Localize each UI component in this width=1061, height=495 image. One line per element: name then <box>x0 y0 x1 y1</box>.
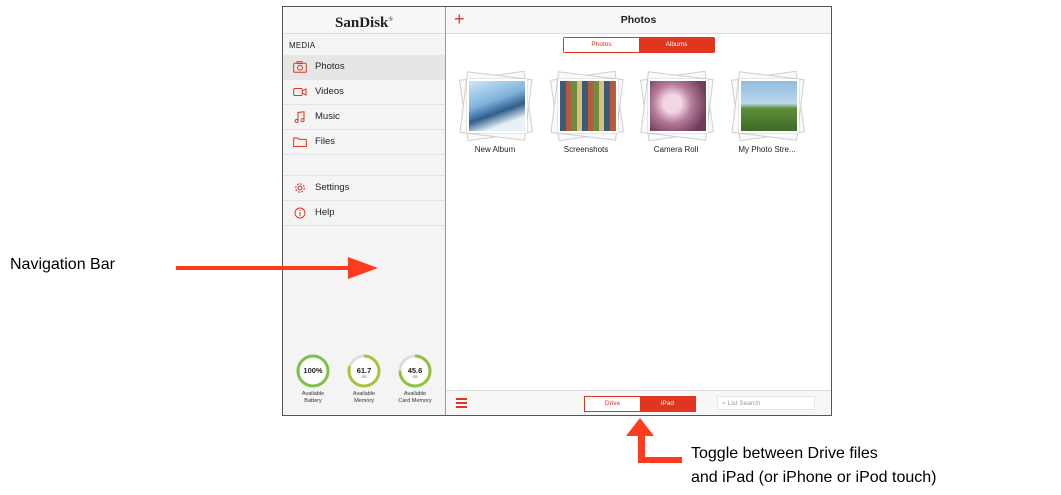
drive-ipad-toggle: Drive iPad <box>584 396 696 412</box>
tab-photos[interactable]: Photos <box>564 38 639 52</box>
toggle-annotation-line1: Toggle between Drive files <box>691 445 878 462</box>
tab-albums[interactable]: Albums <box>639 38 714 52</box>
memory-gauge: 61.7 GB Available Memory <box>340 353 388 404</box>
toggle-annotation-line2: and iPad (or iPhone or iPod touch) <box>691 469 937 486</box>
bottom-bar: Drive iPad ⌕ List Search <box>446 390 831 415</box>
battery-gauge: 100% Available Battery <box>289 353 337 404</box>
music-note-icon <box>294 111 305 123</box>
album-label: Camera Roll <box>653 145 699 154</box>
toggle-arrow <box>626 418 682 463</box>
sidebar-spacer <box>283 155 445 176</box>
app-frame: SanDisk® MEDIA Photos Videos Music Files… <box>282 6 832 416</box>
sidebar-item-label: Photos <box>315 61 345 72</box>
media-section-label: MEDIA <box>289 41 316 50</box>
album-label: New Album <box>474 145 516 154</box>
card-memory-unit: GB <box>412 375 418 379</box>
battery-value: 100% <box>303 366 323 375</box>
top-bar: + Photos <box>446 7 831 34</box>
sidebar-item-settings[interactable]: Settings <box>283 176 445 201</box>
menu-icon[interactable] <box>456 398 467 408</box>
photos-albums-segment: Photos Albums <box>563 37 715 53</box>
sidebar-item-label: Files <box>315 136 336 147</box>
album-label: My Photo Stre... <box>738 145 796 154</box>
album-new-album[interactable]: New Album <box>452 69 538 154</box>
folder-icon <box>293 137 307 147</box>
sidebar-item-label: Videos <box>315 86 344 97</box>
memory-value: 61.7 <box>356 366 372 375</box>
album-label: Screenshots <box>563 145 609 154</box>
navigation-bar-arrow <box>176 257 378 279</box>
sidebar-item-files[interactable]: Files <box>283 130 445 155</box>
card-memory-gauge: 45.6 GB Available Card Memory <box>391 353 439 404</box>
navigation-bar-annotation: Navigation Bar <box>10 256 115 273</box>
album-camera-roll[interactable]: Camera Roll <box>633 69 719 154</box>
gear-icon <box>295 183 305 193</box>
page-title: Photos <box>620 14 657 26</box>
sidebar-item-label: Music <box>315 111 340 122</box>
sidebar-item-help[interactable]: Help <box>283 201 445 226</box>
card-memory-label: Available Card Memory <box>398 391 432 404</box>
album-thumbnail <box>729 69 805 143</box>
album-my-photo-stream[interactable]: My Photo Stre... <box>724 69 810 154</box>
main-panel: + Photos Photos Albums New Album Screens… <box>446 7 831 415</box>
memory-label: Available Memory <box>352 391 376 404</box>
status-gauges: 100% Available Battery 61.7 GB Available M… <box>283 353 445 413</box>
info-icon <box>294 207 306 219</box>
album-thumbnail <box>638 69 714 143</box>
album-screenshots[interactable]: Screenshots <box>543 69 629 154</box>
album-thumbnail <box>457 69 533 143</box>
sidebar-item-photos[interactable]: Photos <box>283 55 445 80</box>
list-search-input[interactable]: ⌕ List Search <box>717 396 815 410</box>
sidebar-item-label: Settings <box>315 182 350 193</box>
sidebar-item-music[interactable]: Music <box>283 105 445 130</box>
toggle-ipad[interactable]: iPad <box>640 397 695 411</box>
battery-label: Available Battery <box>301 391 325 404</box>
sidebar-item-label: Help <box>315 207 335 218</box>
toggle-drive[interactable]: Drive <box>585 397 640 411</box>
sandisk-logo: SanDisk® <box>283 7 445 34</box>
navigation-sidebar: SanDisk® MEDIA Photos Videos Music Files… <box>283 7 446 415</box>
album-thumbnail <box>548 69 624 143</box>
memory-unit: GB <box>361 375 367 379</box>
camera-icon <box>293 61 307 73</box>
video-camera-icon <box>293 88 307 96</box>
card-memory-value: 45.6 <box>407 366 423 375</box>
sidebar-item-videos[interactable]: Videos <box>283 80 445 105</box>
